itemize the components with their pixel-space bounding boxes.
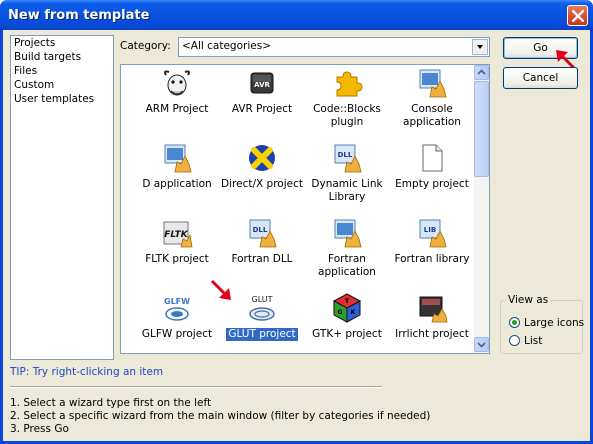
new-from-template-dialog: New from template Projects Build targets…	[0, 0, 593, 444]
svg-text:G: G	[338, 309, 343, 316]
window-title: New from template	[8, 8, 150, 23]
template-label: Direct/X project	[221, 178, 303, 190]
dropdown-button[interactable]	[472, 39, 488, 55]
svg-text:DLL: DLL	[253, 226, 268, 234]
instruction-step-1: 1. Select a wizard type first on the lef…	[10, 397, 212, 409]
dialog-body: Projects Build targets Files Custom User…	[3, 30, 590, 441]
avr-chip-icon: AVR	[250, 72, 274, 94]
template-gtk-project[interactable]: G K T GTK+ project	[299, 290, 395, 353]
template-label: D application	[142, 178, 212, 190]
irrlicht-icon	[419, 296, 448, 323]
tip-text: TIP: Try right-clicking an item	[10, 366, 164, 378]
template-grid: ARM Project AVR AVR Project Code::Blocks…	[120, 64, 490, 354]
gtk-icon: G K T	[332, 293, 362, 323]
chevron-down-icon	[477, 342, 486, 348]
large-icons-radio[interactable]: Large icons	[509, 316, 584, 330]
svg-text:GLUT: GLUT	[252, 295, 273, 304]
category-dropdown[interactable]: <All categories>	[178, 37, 490, 57]
template-console-application[interactable]: Console application	[384, 65, 480, 137]
wizard-type-build-targets[interactable]: Build targets	[11, 50, 113, 64]
large-icons-label: Large icons	[524, 317, 585, 329]
glut-icon: GLUT	[249, 295, 275, 321]
template-fortran-application[interactable]: Fortran application	[299, 215, 395, 287]
chevron-down-icon	[477, 45, 483, 49]
annotation-arrow-icon	[210, 279, 231, 300]
svg-text:FLTK: FLTK	[164, 230, 189, 240]
divider	[10, 386, 382, 388]
wizard-type-files[interactable]: Files	[11, 64, 113, 78]
dll-icon: DLL	[334, 144, 362, 173]
svg-text:LIB: LIB	[424, 226, 436, 234]
template-directx-project[interactable]: Direct/X project	[214, 140, 310, 212]
category-value: <All categories>	[182, 40, 271, 52]
list-label: List	[524, 335, 543, 347]
scroll-up-button[interactable]	[474, 65, 489, 80]
title-bar[interactable]: New from template	[0, 0, 593, 30]
view-as-group: View as Large icons List	[500, 294, 584, 354]
chevron-up-icon	[477, 69, 486, 75]
svg-text:DLL: DLL	[338, 151, 353, 159]
svg-text:GLFW: GLFW	[164, 297, 190, 306]
template-label: GTK+ project	[312, 328, 382, 340]
template-fortran-dll[interactable]: DLL Fortran DLL	[214, 215, 310, 287]
go-button-label: Go	[533, 42, 548, 54]
cancel-button-label: Cancel	[522, 72, 559, 84]
template-label: Dynamic Link Library	[311, 178, 383, 203]
template-dynamic-link-library[interactable]: DLL Dynamic Link Library	[299, 140, 395, 212]
scroll-thumb[interactable]	[474, 81, 489, 177]
template-fortran-library[interactable]: LIB Fortran library	[384, 215, 480, 287]
list-radio[interactable]: List	[509, 334, 542, 348]
close-icon	[572, 10, 584, 22]
fltk-icon: FLTK	[163, 221, 193, 248]
empty-doc-icon	[422, 144, 443, 172]
template-label: Irrlicht project	[395, 328, 469, 340]
instruction-step-2: 2. Select a specific wizard from the mai…	[10, 410, 431, 422]
template-fltk-project[interactable]: FLTK FLTK project	[129, 215, 225, 287]
fortran-dll-icon: DLL	[249, 219, 277, 248]
svg-text:AVR: AVR	[254, 81, 270, 89]
glfw-icon: GLFW	[164, 297, 190, 321]
wizard-type-list[interactable]: Projects Build targets Files Custom User…	[10, 35, 114, 360]
template-label: ARM Project	[145, 103, 209, 115]
fortran-lib-icon: LIB	[419, 219, 447, 248]
instruction-step-3: 3. Press Go	[10, 423, 69, 435]
template-avr-project[interactable]: AVR AVR Project	[214, 65, 310, 137]
template-arm-project[interactable]: ARM Project	[129, 65, 225, 137]
template-label: FLTK project	[145, 253, 209, 265]
template-grid-scrollbar[interactable]	[474, 65, 489, 353]
category-label: Category:	[120, 40, 171, 52]
wizard-type-custom[interactable]: Custom	[11, 78, 113, 92]
close-button[interactable]	[567, 5, 588, 26]
template-label: GLFW project	[141, 328, 213, 340]
puzzle-plugin-icon	[336, 71, 363, 97]
template-label: Console application	[403, 103, 461, 128]
template-label: Fortran library	[394, 253, 470, 265]
template-label: Fortran application	[318, 253, 376, 278]
cancel-button[interactable]: Cancel	[503, 67, 578, 89]
radio-selected-icon	[509, 317, 520, 328]
template-codeblocks-plugin[interactable]: Code::Blocks plugin	[299, 65, 395, 137]
template-label: Empty project	[395, 178, 469, 190]
directx-icon	[249, 145, 275, 171]
template-label: GLUT project	[225, 327, 299, 342]
fortran-app-icon	[334, 219, 362, 248]
wizard-type-projects[interactable]: Projects	[11, 36, 113, 50]
view-as-label: View as	[506, 294, 551, 306]
template-d-application[interactable]: D application	[129, 140, 225, 212]
gnu-icon	[164, 70, 190, 96]
template-label: AVR Project	[231, 103, 293, 115]
template-irrlicht-project[interactable]: Irrlicht project	[384, 290, 480, 353]
svg-text:K: K	[351, 309, 356, 316]
d-app-icon	[164, 144, 192, 173]
template-empty-project[interactable]: Empty project	[384, 140, 480, 212]
wizard-type-user-templates[interactable]: User templates	[11, 92, 113, 106]
radio-unselected-icon	[509, 335, 520, 346]
template-label: Fortran DLL	[231, 253, 293, 265]
scroll-down-button[interactable]	[474, 337, 489, 352]
console-app-icon	[419, 69, 447, 98]
template-label: Code::Blocks plugin	[313, 103, 381, 128]
